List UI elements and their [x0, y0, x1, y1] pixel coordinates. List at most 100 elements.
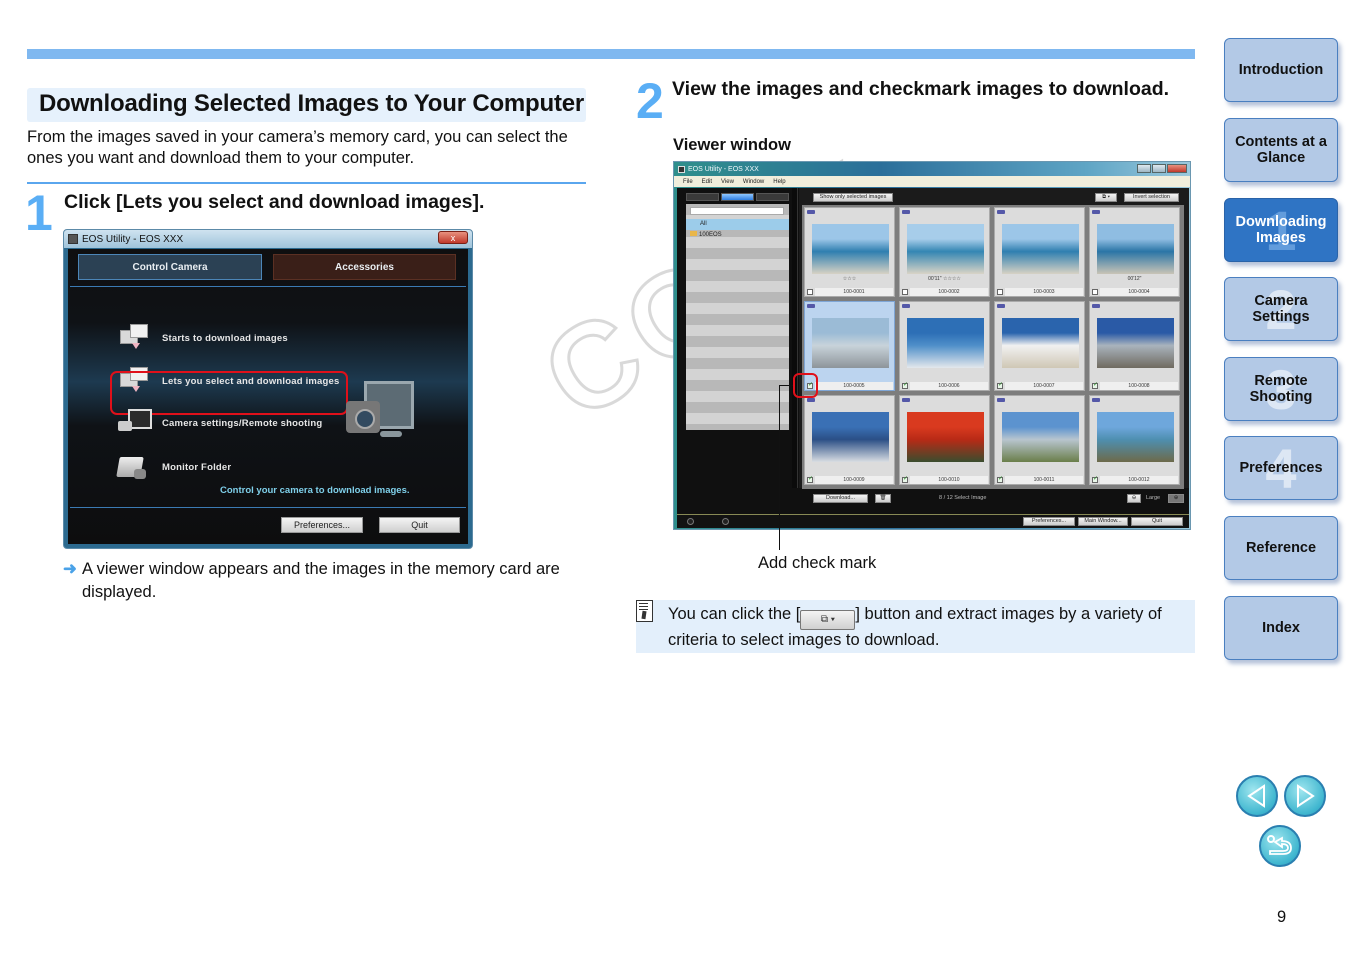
download-checkbox[interactable] — [997, 475, 1003, 483]
menu-item-monitor-folder[interactable]: Monitor Folder — [118, 453, 231, 481]
file-type-icon — [1092, 304, 1100, 308]
preferences-button[interactable]: Preferences... — [281, 517, 363, 533]
filter-dropdown-button[interactable]: ⧉ ▾ — [1095, 193, 1117, 202]
preferences-button[interactable]: Preferences... — [1023, 517, 1075, 526]
thumbnail-item[interactable]: 100-0006 — [899, 301, 990, 391]
quit-button[interactable]: Quit — [379, 517, 460, 533]
arrow-icon: ➜ — [63, 560, 77, 578]
file-type-icon — [1092, 398, 1100, 402]
step-1-result: ➜ A viewer window appears and the images… — [63, 558, 583, 604]
menu-item-start-download[interactable]: Starts to download images — [118, 324, 288, 352]
previous-page-button[interactable] — [1236, 775, 1278, 817]
download-checkbox[interactable] — [997, 289, 1003, 295]
viewer-titlebar: EOS Utility - EOS XXX — [674, 162, 1190, 176]
thumbnail-item[interactable]: 100-0010 — [899, 395, 990, 485]
menu-item-label: Monitor Folder — [162, 461, 232, 473]
close-icon[interactable] — [1167, 164, 1187, 173]
page-number: 9 — [1277, 908, 1287, 926]
tree-item-folder[interactable]: 100EOS — [686, 230, 789, 241]
nav-camera-settings[interactable]: 2 Camera Settings — [1224, 277, 1338, 341]
thumbnail-item[interactable]: 100-0008 — [1089, 301, 1180, 391]
maximize-icon[interactable] — [1152, 164, 1166, 173]
viewer-window-label: Viewer window — [673, 136, 791, 154]
download-images-icon — [118, 324, 150, 352]
file-type-icon — [902, 210, 910, 214]
minimize-icon[interactable] — [1137, 164, 1151, 173]
nav-label: Index — [1262, 620, 1300, 636]
download-checkbox[interactable] — [902, 289, 908, 295]
thumbnail-image — [1097, 412, 1174, 462]
thumbnail-item[interactable]: 00'12" 100-0004 — [1089, 207, 1180, 297]
tip-text: You can click the [⧉ ▾] button and extra… — [668, 604, 1193, 651]
zoom-in-icon[interactable]: ⊕ — [1168, 494, 1184, 503]
download-checkbox[interactable] — [902, 381, 908, 389]
menu-file[interactable]: File — [683, 179, 693, 185]
file-type-icon — [902, 304, 910, 308]
thumbnail-image — [1002, 412, 1079, 462]
thumbnail-item[interactable]: 100-0011 — [994, 395, 1085, 485]
show-selected-button[interactable]: Show only selected images — [813, 193, 893, 202]
tab-card[interactable] — [721, 193, 754, 201]
tree-item-all[interactable]: All — [686, 219, 789, 230]
download-button[interactable]: Download... — [813, 494, 868, 503]
tree-item-label: 100EOS — [699, 232, 722, 238]
return-button[interactable] — [1259, 825, 1301, 867]
folder-icon — [690, 231, 697, 236]
zoom-out-icon[interactable]: ⊖ — [1127, 494, 1141, 503]
tab-folder[interactable] — [686, 193, 719, 201]
menu-edit[interactable]: Edit — [702, 179, 712, 185]
step-divider — [27, 182, 586, 184]
next-page-button[interactable] — [1284, 775, 1326, 817]
main-window-button[interactable]: Main Window... — [1078, 517, 1128, 526]
nav-index[interactable]: Index — [1224, 596, 1338, 660]
thumbnail-item[interactable]: 100-0007 — [994, 301, 1085, 391]
nav-remote-shooting[interactable]: 3 Remote Shooting — [1224, 357, 1338, 421]
menu-item-camera-settings[interactable]: Camera settings/Remote shooting — [118, 409, 322, 437]
filter-button-glyph: ⧉ ▾ — [800, 610, 856, 630]
viewer-window: EOS Utility - EOS XXX File Edit View Win… — [673, 161, 1191, 530]
panel-splitter[interactable] — [792, 188, 798, 488]
thumbnail-item[interactable]: 100-0003 — [994, 207, 1085, 297]
invert-selection-button[interactable]: Invert selection — [1124, 193, 1179, 202]
menu-window[interactable]: Window — [743, 179, 764, 185]
nav-introduction[interactable]: Introduction — [1224, 38, 1338, 102]
tab-control-camera[interactable]: Control Camera — [78, 254, 262, 280]
folder-tree: All 100EOS — [686, 204, 789, 430]
thumbnail-item[interactable]: ☆☆☆ 100-0001 — [804, 207, 895, 297]
tab-accessories[interactable]: Accessories — [273, 254, 456, 280]
download-checkbox[interactable] — [1092, 289, 1098, 295]
nav-label: Introduction — [1238, 62, 1324, 78]
quit-button[interactable]: Quit — [1131, 517, 1183, 526]
tip-text-before: You can click the [ — [668, 605, 801, 623]
thumbnail-item[interactable]: 100-0012 — [1089, 395, 1180, 485]
download-checkbox[interactable] — [807, 289, 813, 295]
nav-downloading-images[interactable]: 1 Downloading Images — [1224, 198, 1338, 262]
download-checkbox[interactable] — [807, 475, 813, 483]
thumbnail-meta: ☆☆☆ — [842, 276, 857, 282]
eos-window-title: EOS Utility - EOS XXX — [82, 233, 184, 245]
tab-camera[interactable] — [756, 193, 789, 201]
nav-reference[interactable]: Reference — [1224, 516, 1338, 580]
file-name: 100-0009 — [815, 476, 893, 484]
menu-help[interactable]: Help — [773, 179, 785, 185]
download-checkbox[interactable] — [997, 381, 1003, 389]
file-type-icon — [807, 304, 815, 308]
download-checkbox[interactable] — [902, 475, 908, 483]
thumbnail-item[interactable]: 100-0009 — [804, 395, 895, 485]
trash-icon[interactable]: 🗑 — [875, 494, 891, 503]
thumbnail-area: Show only selected images ⧉ ▾ Invert sel… — [799, 188, 1189, 503]
thumbnail-image — [1002, 224, 1079, 274]
download-checkbox[interactable] — [1092, 381, 1098, 389]
nav-preferences[interactable]: 4 Preferences — [1224, 436, 1338, 500]
nav-contents-at-a-glance[interactable]: Contents at a Glance — [1224, 118, 1338, 182]
file-name: 100-0010 — [910, 476, 988, 484]
folder-dropdown[interactable] — [690, 207, 784, 215]
step-1-title: Click [Lets you select and download imag… — [64, 191, 485, 213]
nav-label: Downloading Images — [1235, 214, 1327, 246]
thumbnail-item[interactable]: 00'11" ☆☆☆☆ 100-0002 — [899, 207, 990, 297]
viewer-body: All 100EOS Show only selected images ⧉ ▾… — [677, 188, 1189, 528]
close-icon[interactable]: x — [438, 231, 468, 244]
triangle-left-icon — [1247, 784, 1265, 808]
menu-view[interactable]: View — [721, 179, 734, 185]
download-checkbox[interactable] — [1092, 475, 1098, 483]
